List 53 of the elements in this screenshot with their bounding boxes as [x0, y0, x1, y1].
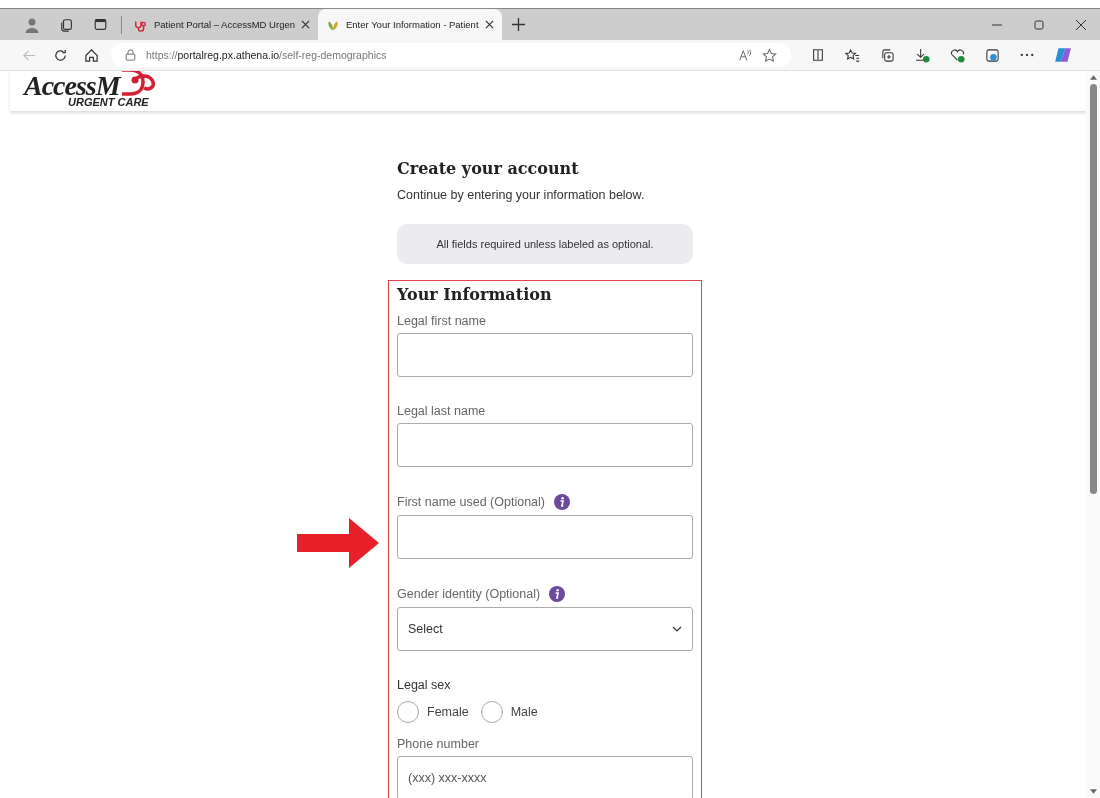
chevron-down-icon: [672, 626, 682, 632]
scroll-up-icon[interactable]: [1089, 75, 1097, 80]
close-tab-icon[interactable]: [301, 20, 310, 29]
url-text: https://portalreg.px.athena.io/self-reg-demographics: [146, 49, 387, 61]
notice-banner: All fields required unless labeled as optional.: [397, 224, 693, 264]
field-label: Legal last name: [397, 404, 486, 418]
more-icon[interactable]: [1020, 53, 1034, 57]
page-subtitle: Continue by entering your information below.: [397, 188, 646, 202]
maximize-icon[interactable]: [1034, 19, 1044, 30]
field-label: Phone number: [397, 737, 479, 751]
profile-icon[interactable]: [24, 16, 40, 33]
field-label: Legal first name: [397, 314, 486, 328]
info-icon[interactable]: [549, 586, 566, 602]
read-aloud-icon[interactable]: [738, 48, 752, 62]
tab-actions-icon[interactable]: [94, 18, 107, 31]
logo-subtext: URGENT CARE: [68, 96, 150, 108]
field-label: Legal sex: [397, 678, 451, 692]
close-tab-icon[interactable]: [484, 20, 494, 29]
new-tab-icon[interactable]: [511, 18, 525, 31]
health-icon[interactable]: [950, 47, 965, 63]
home-icon[interactable]: [84, 47, 99, 63]
text-field[interactable]: (xxx) xxx-xxxx: [397, 756, 693, 798]
radio-label: Male: [510, 705, 538, 719]
browser-tab[interactable]: Patient Portal – AccessMD Urgen: [126, 9, 318, 40]
lock-icon: [125, 49, 136, 61]
scroll-down-icon[interactable]: [1089, 789, 1097, 794]
radio-label: Female: [427, 705, 469, 719]
copilot-icon[interactable]: [1054, 46, 1072, 64]
dropdown[interactable]: Select: [397, 607, 693, 651]
browser-tab[interactable]: Enter Your Information - Patient: [318, 9, 502, 40]
star-icon[interactable]: [762, 47, 777, 63]
close-icon[interactable]: [1076, 19, 1086, 30]
collections-icon[interactable]: [880, 47, 895, 63]
workspaces-icon[interactable]: [60, 17, 74, 32]
favorites-icon[interactable]: [845, 47, 860, 63]
text-field[interactable]: [397, 333, 693, 377]
tab-title: Patient Portal – AccessMD Urgen: [154, 19, 295, 30]
text-field[interactable]: [397, 423, 693, 467]
browser-essentials-icon[interactable]: [985, 47, 1000, 63]
section-title: Your Information: [397, 285, 553, 304]
field-label: First name used (Optional): [397, 495, 545, 509]
info-icon[interactable]: [554, 494, 570, 510]
logo-text: AccessM: [24, 74, 120, 97]
tab-title: Enter Your Information - Patient: [346, 19, 479, 30]
download-icon[interactable]: [915, 47, 930, 63]
page-title: Create your account: [397, 159, 580, 178]
scrollbar[interactable]: [1086, 71, 1100, 798]
site-logo[interactable]: AccessM URGENT CARE: [24, 74, 160, 108]
address-bar[interactable]: https://portalreg.px.athena.io/self-reg-demographics: [111, 43, 791, 67]
refresh-icon[interactable]: [53, 47, 68, 63]
split-screen-icon[interactable]: [811, 48, 825, 62]
text-field[interactable]: [397, 515, 693, 559]
field-label: Gender identity (Optional): [397, 587, 541, 601]
